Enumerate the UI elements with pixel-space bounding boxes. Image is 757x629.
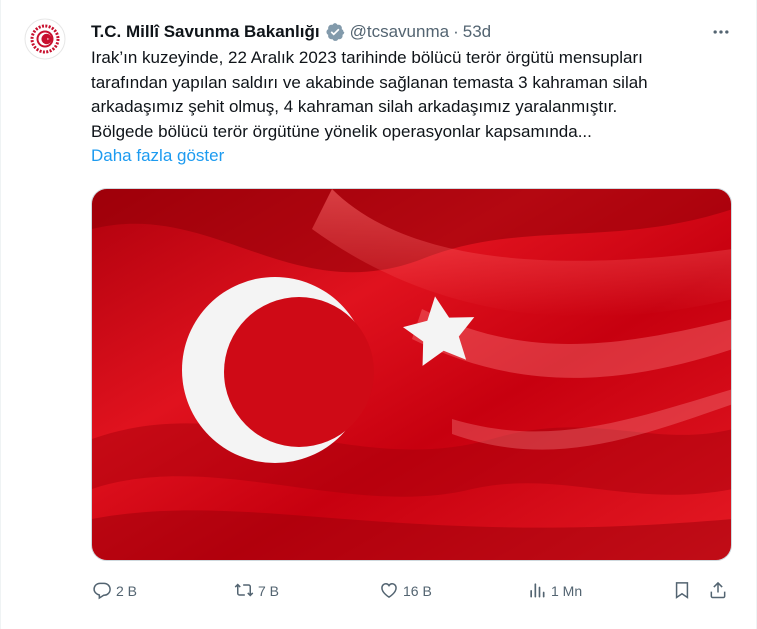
reply-count: 2 B	[116, 583, 138, 599]
tweet-text-line: Irak’ın kuzeyinde, 22 Aralık 2023 tarihi…	[91, 48, 643, 67]
like-count: 16 B	[403, 583, 432, 599]
more-options-icon[interactable]	[709, 20, 733, 44]
share-icon	[708, 580, 728, 603]
reply-button[interactable]: 2 B	[92, 578, 137, 604]
retweet-button[interactable]: 7 B	[234, 578, 279, 604]
bookmark-button[interactable]	[672, 578, 692, 604]
views-button[interactable]: 1 Mn	[527, 578, 582, 604]
avatar[interactable]	[24, 18, 66, 60]
show-more-link[interactable]: Daha fazla göster	[91, 144, 731, 169]
verified-badge-icon[interactable]	[325, 22, 345, 42]
views-icon	[527, 580, 547, 603]
tweet-media-image[interactable]	[91, 188, 732, 561]
tweet-header: T.C. Millî Savunma Bakanlığı @tcsavunma …	[91, 20, 491, 44]
tweet-text: Irak’ın kuzeyinde, 22 Aralık 2023 tarihi…	[91, 46, 731, 169]
views-count: 1 Mn	[551, 583, 583, 599]
separator: ·	[453, 22, 459, 41]
share-button[interactable]	[708, 578, 728, 604]
author-handle[interactable]: @tcsavunma	[350, 22, 449, 42]
retweet-count: 7 B	[258, 583, 280, 599]
like-icon	[379, 580, 399, 603]
reply-icon	[92, 580, 112, 603]
tweet-text-line: tarafından yapılan saldırı ve akabinde s…	[91, 72, 648, 92]
like-button[interactable]: 16 B	[379, 578, 432, 604]
bookmark-icon	[672, 580, 692, 603]
retweet-icon	[234, 580, 254, 603]
tweet-text-line: Bölgede bölücü terör örgütüne yönelik op…	[91, 121, 592, 141]
tweet-card[interactable]: T.C. Millî Savunma Bakanlığı @tcsavunma …	[0, 0, 757, 629]
tweet-text-line: arkadaşımız şehit olmuş, 4 kahraman sila…	[91, 97, 618, 116]
tweet-actions: 2 B 7 B 16 B 1 Mn	[89, 578, 733, 604]
timestamp[interactable]: 53d	[463, 22, 491, 42]
author-name[interactable]: T.C. Millî Savunma Bakanlığı	[91, 22, 320, 42]
